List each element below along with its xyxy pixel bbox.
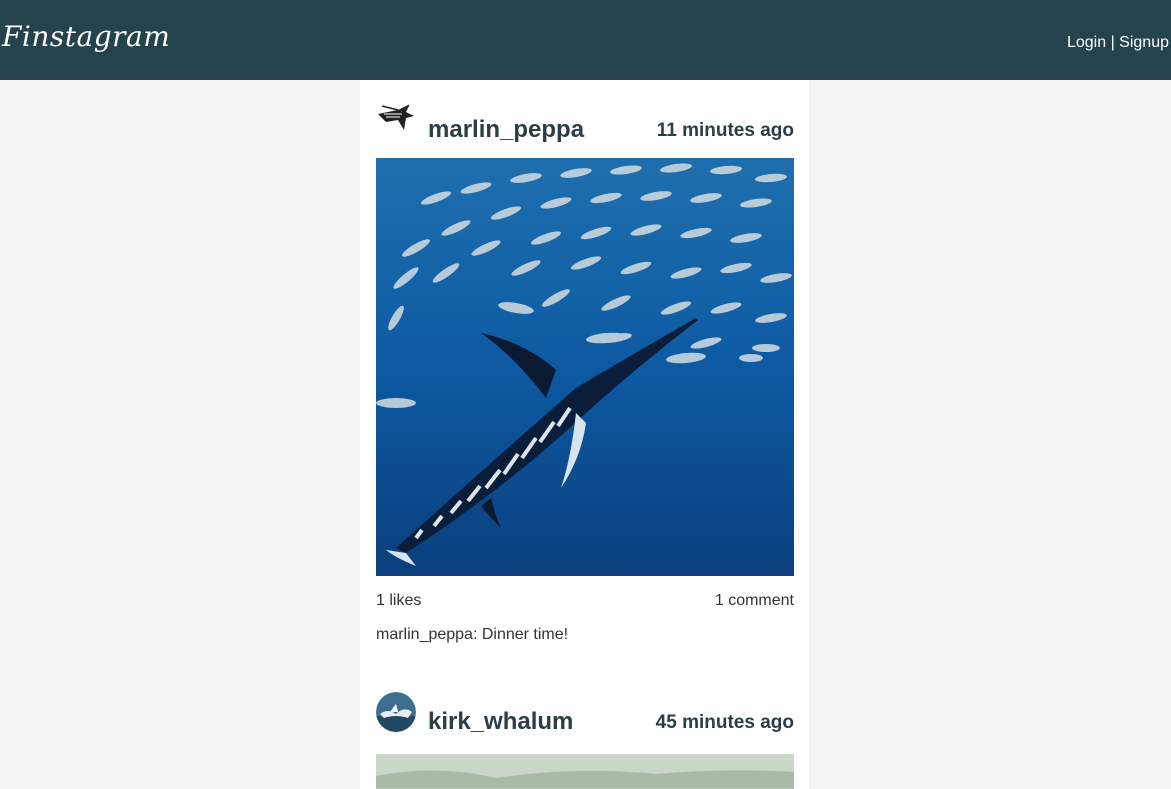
post-username[interactable]: kirk_whalum	[428, 708, 573, 736]
auth-separator: |	[1110, 34, 1115, 51]
marlin-avatar-icon	[376, 100, 416, 140]
whale-photo-image	[376, 754, 794, 789]
post-header: kirk_whalum 45 minutes ago	[376, 692, 794, 750]
whale-avatar-icon	[376, 692, 416, 732]
post-caption: marlin_peppa: Dinner time!	[376, 626, 569, 643]
avatar[interactable]	[376, 100, 416, 140]
brand-logo[interactable]: Finstagram	[2, 20, 170, 53]
auth-links: Login | Signup	[1067, 34, 1169, 52]
post-header: marlin_peppa 11 minutes ago	[376, 100, 794, 158]
comments-count[interactable]: 1 comment	[715, 592, 794, 610]
post-photo[interactable]	[376, 158, 794, 576]
feed: marlin_peppa 11 minutes ago 1 likes 1 co…	[360, 80, 809, 789]
navbar: Finstagram Login | Signup	[0, 0, 1171, 80]
post-time: 11 minutes ago	[656, 120, 794, 141]
likes-count[interactable]: 1 likes	[376, 592, 421, 610]
post-stats: 1 likes 1 comment	[376, 592, 794, 612]
post-photo[interactable]	[376, 754, 794, 789]
post-card: kirk_whalum 45 minutes ago	[376, 692, 794, 789]
post-username[interactable]: marlin_peppa	[428, 116, 584, 144]
login-link[interactable]: Login	[1067, 34, 1106, 51]
marlin-photo-image	[376, 158, 794, 576]
post-card: marlin_peppa 11 minutes ago 1 likes 1 co…	[376, 100, 794, 643]
post-time: 45 minutes ago	[655, 712, 794, 733]
avatar[interactable]	[376, 692, 416, 732]
signup-link[interactable]: Signup	[1119, 34, 1169, 51]
